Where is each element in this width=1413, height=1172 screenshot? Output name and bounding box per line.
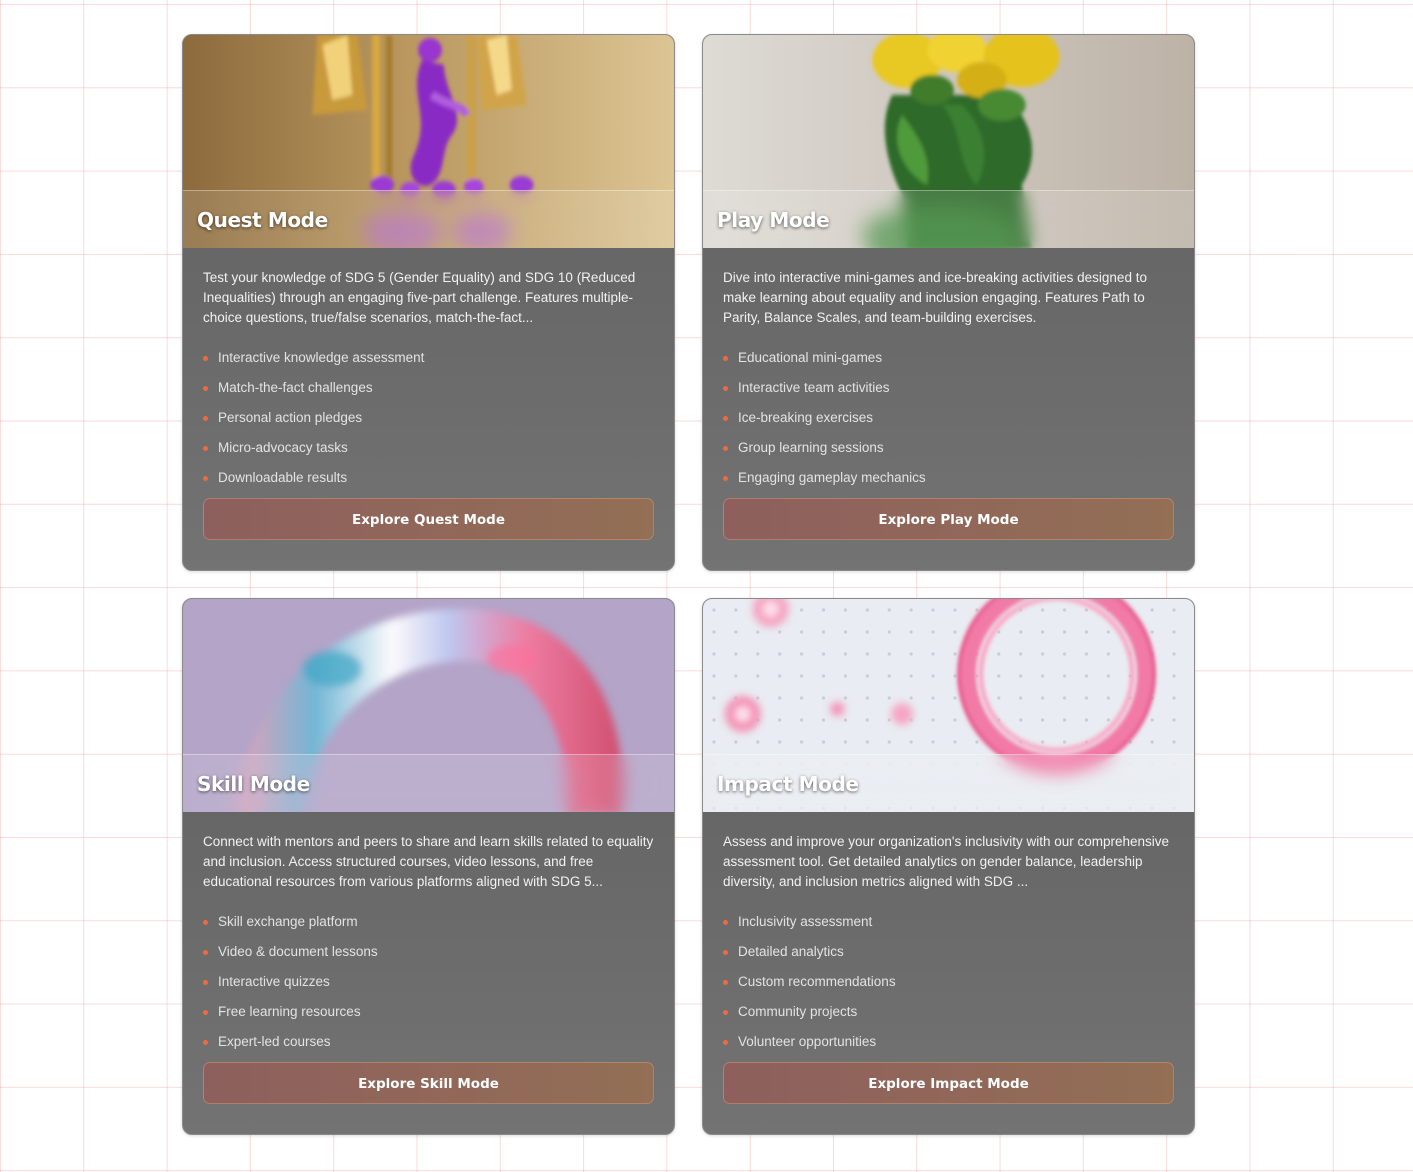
feature-item: Skill exchange platform	[203, 912, 654, 942]
feature-item: Interactive quizzes	[203, 972, 654, 1002]
feature-item: Community projects	[723, 1002, 1174, 1032]
feature-item: Video & document lessons	[203, 942, 654, 972]
impact-mode-description: Assess and improve your organization's i…	[723, 834, 1170, 889]
impact-mode-hero-image: Impact Mode	[703, 599, 1194, 812]
play-mode-hero-image: Play Mode	[703, 35, 1194, 248]
play-mode-card: Play Mode Dive into interactive mini-gam…	[702, 34, 1195, 571]
skill-mode-hero-image: Skill Mode	[183, 599, 674, 812]
quest-mode-description: Test your knowledge of SDG 5 (Gender Equ…	[203, 270, 636, 325]
impact-mode-title: Impact Mode	[717, 772, 859, 796]
play-mode-description: Dive into interactive mini-games and ice…	[723, 270, 1147, 325]
quest-mode-hero-image: Quest Mode	[183, 35, 674, 248]
explore-quest-mode-button[interactable]: Explore Quest Mode	[203, 498, 654, 540]
play-mode-feature-list: Educational mini-games Interactive team …	[723, 348, 1174, 498]
feature-item: Group learning sessions	[723, 438, 1174, 468]
feature-item: Expert-led courses	[203, 1032, 654, 1062]
quest-mode-card: Quest Mode Test your knowledge of SDG 5 …	[182, 34, 675, 571]
feature-item: Volunteer opportunities	[723, 1032, 1174, 1062]
skill-mode-description: Connect with mentors and peers to share …	[203, 834, 654, 889]
feature-item: Match-the-fact challenges	[203, 378, 654, 408]
explore-skill-mode-button[interactable]: Explore Skill Mode	[203, 1062, 654, 1104]
feature-item: Interactive team activities	[723, 378, 1174, 408]
skill-mode-feature-list: Skill exchange platform Video & document…	[203, 912, 654, 1062]
feature-item: Personal action pledges	[203, 408, 654, 438]
feature-item: Custom recommendations	[723, 972, 1174, 1002]
feature-item: Ice-breaking exercises	[723, 408, 1174, 438]
quest-mode-title: Quest Mode	[197, 208, 328, 232]
quest-mode-feature-list: Interactive knowledge assessment Match-t…	[203, 348, 654, 498]
impact-mode-feature-list: Inclusivity assessment Detailed analytic…	[723, 912, 1174, 1062]
feature-item: Free learning resources	[203, 1002, 654, 1032]
play-mode-title: Play Mode	[717, 208, 830, 232]
explore-impact-mode-button[interactable]: Explore Impact Mode	[723, 1062, 1174, 1104]
feature-item: Detailed analytics	[723, 942, 1174, 972]
feature-item: Interactive knowledge assessment	[203, 348, 654, 378]
feature-item: Inclusivity assessment	[723, 912, 1174, 942]
explore-play-mode-button[interactable]: Explore Play Mode	[723, 498, 1174, 540]
feature-item: Micro-advocacy tasks	[203, 438, 654, 468]
skill-mode-title: Skill Mode	[197, 772, 310, 796]
skill-mode-card: Skill Mode Connect with mentors and peer…	[182, 598, 675, 1135]
feature-item: Downloadable results	[203, 468, 654, 498]
mode-cards-grid: Quest Mode Test your knowledge of SDG 5 …	[182, 34, 1195, 1135]
feature-item: Educational mini-games	[723, 348, 1174, 378]
feature-item: Engaging gameplay mechanics	[723, 468, 1174, 498]
impact-mode-card: Impact Mode Assess and improve your orga…	[702, 598, 1195, 1135]
